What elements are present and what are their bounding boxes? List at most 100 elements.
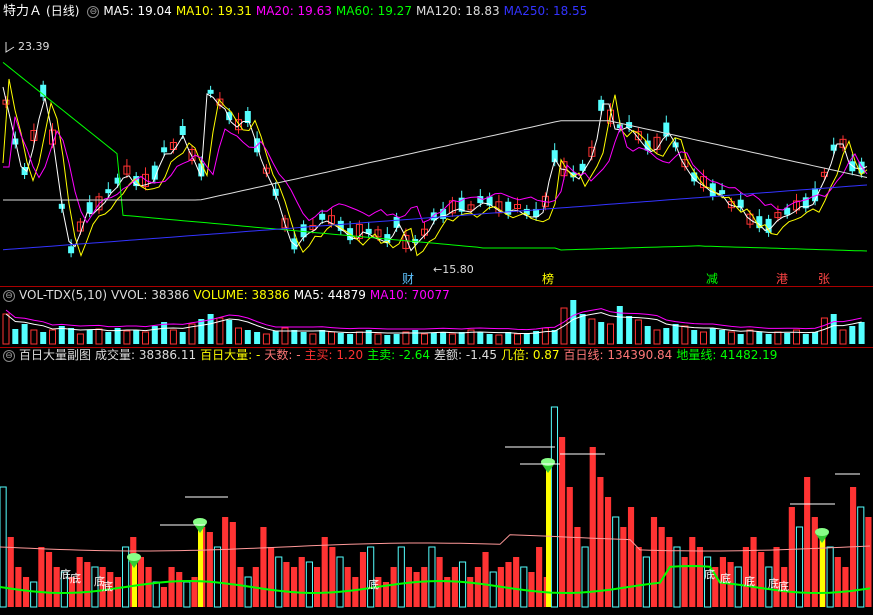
baiday-bar	[696, 547, 704, 607]
baiday-bar	[413, 572, 420, 607]
volume-bar	[448, 333, 456, 345]
volume-bar	[300, 332, 307, 344]
baiday-bar	[229, 522, 236, 607]
volume-bar	[291, 330, 298, 344]
baiday-bar	[635, 547, 642, 607]
volume-bar	[161, 322, 168, 344]
volume-bar	[523, 333, 530, 344]
volume-bar	[820, 317, 828, 345]
volume-bar	[402, 331, 410, 345]
big-volume-bar	[820, 537, 825, 607]
volume-bar	[198, 319, 205, 344]
volume-bar	[337, 333, 344, 344]
baiday-bar	[321, 537, 328, 607]
baiday-bar	[673, 546, 681, 608]
baiday-bar	[390, 567, 397, 607]
volume-bar	[169, 329, 177, 345]
moving-average-line	[3, 120, 868, 201]
baiday-bar	[359, 552, 367, 607]
baiday-bar	[627, 507, 635, 607]
event-marker: 财	[402, 272, 414, 286]
big-volume-bar	[546, 467, 551, 607]
price-chart-pane[interactable]: 特力Ａ (日线) ⊖ MA5: 19.04 MA10: 19.31 MA20: 19.63…	[0, 0, 873, 286]
baiday-bar	[750, 537, 757, 607]
volume-bar	[68, 328, 75, 344]
volume-bar	[784, 333, 791, 344]
baiday-bar	[650, 517, 658, 607]
baiday-bar	[681, 557, 688, 607]
baiday-bar	[38, 547, 45, 607]
baiday-bar	[536, 547, 543, 607]
bottom-label: 底	[70, 571, 81, 585]
volume-bar	[254, 332, 261, 344]
high-arrow-icon	[5, 42, 15, 53]
baiday-bar	[313, 567, 321, 607]
volume-bar	[430, 333, 437, 344]
volume-bar	[281, 327, 289, 345]
baiday-bar	[734, 566, 742, 608]
volume-bar	[440, 332, 447, 344]
baiday-bar	[658, 527, 665, 607]
volume-bar	[207, 314, 214, 344]
volume-bar	[839, 329, 847, 345]
volume-bar	[309, 333, 317, 345]
baiday-bar	[15, 567, 22, 607]
volume-chart-pane[interactable]: ⊖ VOL-TDX(5,10) VVOL: 38386 VOLUME: 38386 MA…	[0, 286, 873, 347]
volume-bar	[505, 332, 512, 344]
volume-bar	[607, 323, 614, 345]
baiday-bar	[804, 477, 811, 607]
volume-bar	[570, 300, 577, 344]
baiday-bar	[826, 546, 834, 608]
volume-bar	[142, 331, 149, 345]
baiday-bar	[30, 581, 38, 608]
baiday-bar	[489, 571, 497, 608]
volume-bar	[719, 330, 726, 344]
baiday-bar	[152, 581, 160, 608]
baiday-bar	[298, 557, 305, 607]
volume-bar	[541, 327, 549, 345]
baiday-bar	[451, 567, 458, 607]
baiday-bar	[397, 546, 405, 608]
volume-bar	[653, 329, 661, 345]
candle	[598, 99, 605, 111]
baiday-bar	[857, 506, 865, 608]
baiday-bar	[574, 527, 581, 607]
baiday-bar	[581, 546, 589, 608]
volume-bar	[644, 326, 651, 344]
volume-bar	[849, 326, 856, 344]
baiday-bar	[520, 566, 528, 608]
bottom-label: 底	[704, 567, 715, 581]
volume-bar	[235, 327, 242, 345]
volume-chart	[2, 300, 865, 345]
event-marker: 减	[706, 272, 718, 286]
baiday-bar	[597, 477, 604, 607]
volume-bar	[412, 330, 419, 344]
volume-bar	[21, 324, 28, 344]
candle	[161, 147, 168, 153]
baiday-bar	[474, 567, 481, 607]
baiday-bar	[237, 567, 244, 607]
volume-bar	[105, 332, 112, 344]
volume-bar	[244, 330, 251, 344]
volume-bar	[598, 322, 605, 344]
volume-bar	[663, 328, 670, 344]
volume-bar	[477, 332, 484, 344]
volume-bar	[458, 332, 465, 344]
candle	[207, 89, 214, 94]
volume-bar	[514, 333, 521, 345]
volume-bar	[765, 334, 772, 344]
event-marker: 张	[818, 272, 830, 286]
baiday-volume-pane[interactable]: ⊖ 百日大量副图 成交量: 38386.11 百日大量: - 天数: - 主买: 1.20…	[0, 347, 873, 615]
volume-bar	[40, 332, 47, 344]
volume-bar	[672, 324, 679, 344]
volume-bar	[262, 333, 270, 345]
volume-bar	[393, 334, 400, 344]
baiday-bar	[458, 561, 467, 608]
bottom-label: 底	[744, 574, 755, 588]
volume-bar	[123, 330, 131, 345]
baiday-bar	[344, 567, 351, 607]
volume-bar	[12, 329, 19, 344]
baiday-bar	[160, 587, 167, 607]
moving-average-line	[2, 78, 868, 257]
candle	[319, 213, 326, 220]
